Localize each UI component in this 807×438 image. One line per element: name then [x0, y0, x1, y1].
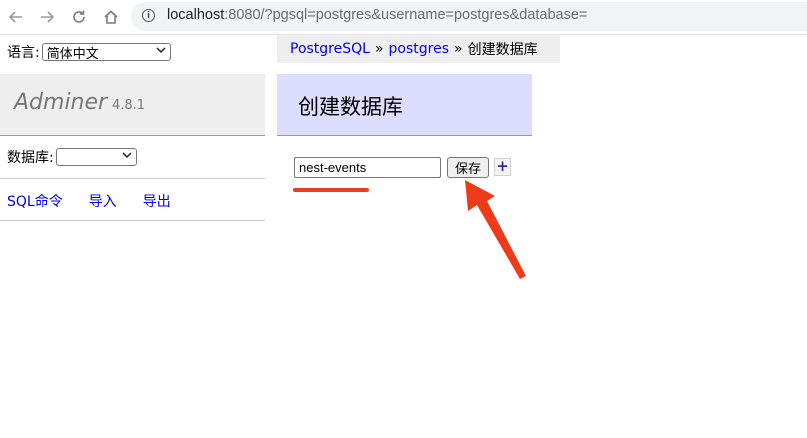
browser-toolbar: i localhost:8080/?pgsql=postgres&usernam…	[0, 0, 807, 35]
sidebar-divider	[0, 178, 265, 179]
add-collation-button[interactable]: +	[494, 158, 511, 176]
red-arrow-annotation	[465, 180, 526, 279]
app-header: Adminer 4.8.1	[0, 74, 265, 136]
breadcrumb-driver-link[interactable]: PostgreSQL	[290, 41, 370, 57]
info-icon[interactable]: i	[142, 9, 155, 22]
url-host: localhost	[167, 7, 225, 23]
app-version[interactable]: 4.8.1	[112, 98, 145, 113]
breadcrumb: PostgreSQL » postgres » 创建数据库	[277, 35, 560, 63]
chevron-down-icon	[122, 152, 132, 162]
url-path: :8080/?pgsql=postgres&username=postgres&…	[224, 7, 588, 23]
export-link[interactable]: 导出	[143, 191, 171, 211]
language-row: 语言: 简体中文	[7, 42, 171, 62]
breadcrumb-current: 创建数据库	[467, 42, 538, 58]
database-name-input[interactable]	[294, 157, 441, 178]
sidebar-divider	[0, 220, 265, 221]
language-select[interactable]: 简体中文	[41, 43, 171, 62]
database-select[interactable]	[55, 148, 137, 166]
home-icon[interactable]	[100, 6, 122, 28]
sidebar-links: SQL命令 导入 导出	[7, 191, 171, 211]
language-label: 语言:	[7, 45, 40, 61]
breadcrumb-server-link[interactable]: postgres	[389, 41, 449, 57]
reload-icon[interactable]	[68, 6, 90, 28]
back-arrow-icon[interactable]	[5, 6, 27, 28]
forward-arrow-icon[interactable]	[36, 6, 58, 28]
page-header: 创建数据库	[277, 74, 532, 136]
chevron-down-icon	[156, 47, 166, 57]
arrow-icon	[465, 180, 526, 279]
page-title: 创建数据库	[298, 95, 403, 119]
database-label: 数据库:	[7, 150, 54, 166]
red-underline-annotation	[293, 188, 369, 192]
app-name[interactable]: Adminer	[14, 90, 107, 115]
save-button[interactable]: 保存	[447, 157, 489, 178]
database-row: 数据库:	[7, 147, 137, 167]
url-text[interactable]: localhost:8080/?pgsql=postgres&username=…	[167, 7, 587, 23]
import-link[interactable]: 导入	[89, 191, 117, 211]
address-bar[interactable]: i localhost:8080/?pgsql=postgres&usernam…	[131, 2, 807, 31]
language-select-value: 简体中文	[46, 46, 99, 62]
sql-command-link[interactable]: SQL命令	[7, 191, 63, 211]
breadcrumb-separator: »	[374, 41, 384, 57]
breadcrumb-separator: »	[454, 41, 463, 57]
